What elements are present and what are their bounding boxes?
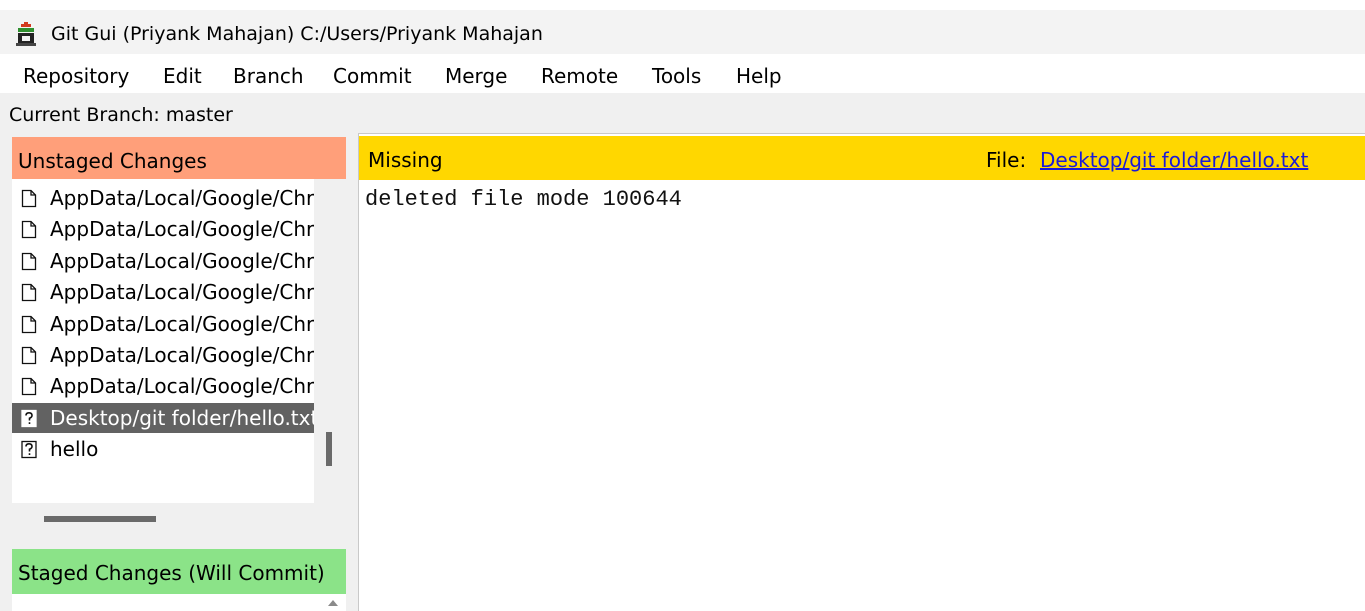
menu-branch[interactable]: Branch bbox=[233, 63, 304, 89]
menu-help[interactable]: Help bbox=[736, 63, 782, 89]
diff-header: Missing File: Desktop/git folder/hello.t… bbox=[359, 136, 1365, 180]
title-bar: Git Gui (Priyank Mahajan) C:/Users/Priya… bbox=[0, 0, 1365, 60]
file-icon[interactable] bbox=[21, 220, 37, 239]
unstaged-file-name: AppData/Local/Google/Chrome bbox=[50, 249, 314, 273]
unstaged-file-row[interactable]: AppData/Local/Google/Chrome bbox=[12, 340, 314, 370]
menu-merge[interactable]: Merge bbox=[445, 63, 507, 89]
file-icon[interactable] bbox=[21, 346, 37, 365]
current-branch-label: Current Branch: master bbox=[9, 104, 233, 126]
menu-repository[interactable]: Repository bbox=[23, 63, 129, 89]
scroll-up-arrow-icon[interactable] bbox=[328, 600, 338, 606]
left-pane: Unstaged Changes AppData/Local/Google/Ch… bbox=[0, 133, 352, 611]
unstaged-horizontal-scrollbar[interactable] bbox=[12, 503, 346, 541]
unknown-file-icon[interactable] bbox=[21, 409, 37, 428]
file-icon[interactable] bbox=[21, 189, 37, 208]
unstaged-file-list: AppData/Local/Google/Chrome AppData/Local… bbox=[12, 179, 346, 503]
file-icon[interactable] bbox=[21, 283, 37, 302]
file-path-link[interactable]: Desktop/git folder/hello.txt bbox=[1040, 148, 1308, 172]
unstaged-file-row[interactable]: AppData/Local/Google/Chrome bbox=[12, 277, 314, 307]
file-icon[interactable] bbox=[21, 377, 37, 396]
unstaged-file-row[interactable]: AppData/Local/Google/Chrome bbox=[12, 246, 314, 276]
file-label: File: bbox=[986, 148, 1027, 172]
branch-bar: Current Branch: master bbox=[0, 93, 1365, 133]
file-icon[interactable] bbox=[21, 315, 37, 334]
unstaged-file-name: AppData/Local/Google/Chrome bbox=[50, 343, 314, 367]
unstaged-file-name: hello bbox=[50, 437, 99, 461]
unstaged-file-row[interactable]: AppData/Local/Google/Chrome bbox=[12, 214, 314, 244]
git-gui-icon bbox=[16, 22, 36, 46]
file-status-label: Missing bbox=[368, 148, 443, 172]
unknown-file-icon[interactable] bbox=[21, 440, 37, 459]
menu-edit[interactable]: Edit bbox=[163, 63, 202, 89]
unstaged-vertical-scroll-thumb[interactable] bbox=[326, 432, 332, 466]
diff-content: deleted file mode 100644 bbox=[365, 187, 682, 212]
unstaged-file-name: AppData/Local/Google/Chrome bbox=[50, 312, 314, 336]
unstaged-changes-header: Unstaged Changes bbox=[12, 137, 346, 179]
menu-tools[interactable]: Tools bbox=[652, 63, 701, 89]
window-title: Git Gui (Priyank Mahajan) C:/Users/Priya… bbox=[51, 23, 543, 45]
unstaged-file-row[interactable]: AppData/Local/Google/Chrome bbox=[12, 183, 314, 213]
unstaged-file-name: Desktop/git folder/hello.txt bbox=[50, 406, 314, 430]
unstaged-file-name: AppData/Local/Google/Chrome bbox=[50, 217, 314, 241]
menu-bar: Repository Edit Branch Commit Merge Remo… bbox=[0, 57, 1365, 93]
menu-remote[interactable]: Remote bbox=[541, 63, 618, 89]
unstaged-file-row[interactable]: AppData/Local/Google/Chrome bbox=[12, 371, 314, 401]
unstaged-file-name: AppData/Local/Google/Chrome bbox=[50, 374, 314, 398]
unstaged-file-row[interactable]: hello bbox=[12, 434, 314, 464]
unstaged-file-name: AppData/Local/Google/Chrome bbox=[50, 186, 314, 210]
unstaged-file-row[interactable]: Desktop/git folder/hello.txt bbox=[12, 403, 314, 433]
file-icon[interactable] bbox=[21, 252, 37, 271]
unstaged-changes-title: Unstaged Changes bbox=[18, 149, 207, 173]
staged-changes-header: Staged Changes (Will Commit) bbox=[12, 549, 346, 594]
unstaged-file-row[interactable]: AppData/Local/Google/Chrome bbox=[12, 309, 314, 339]
staged-file-list bbox=[12, 594, 346, 611]
diff-pane: Missing File: Desktop/git folder/hello.t… bbox=[358, 133, 1365, 611]
unstaged-file-name: AppData/Local/Google/Chrome bbox=[50, 280, 314, 304]
staged-changes-title: Staged Changes (Will Commit) bbox=[18, 561, 325, 585]
menu-commit[interactable]: Commit bbox=[333, 63, 412, 89]
unstaged-horizontal-scroll-thumb[interactable] bbox=[44, 516, 156, 522]
